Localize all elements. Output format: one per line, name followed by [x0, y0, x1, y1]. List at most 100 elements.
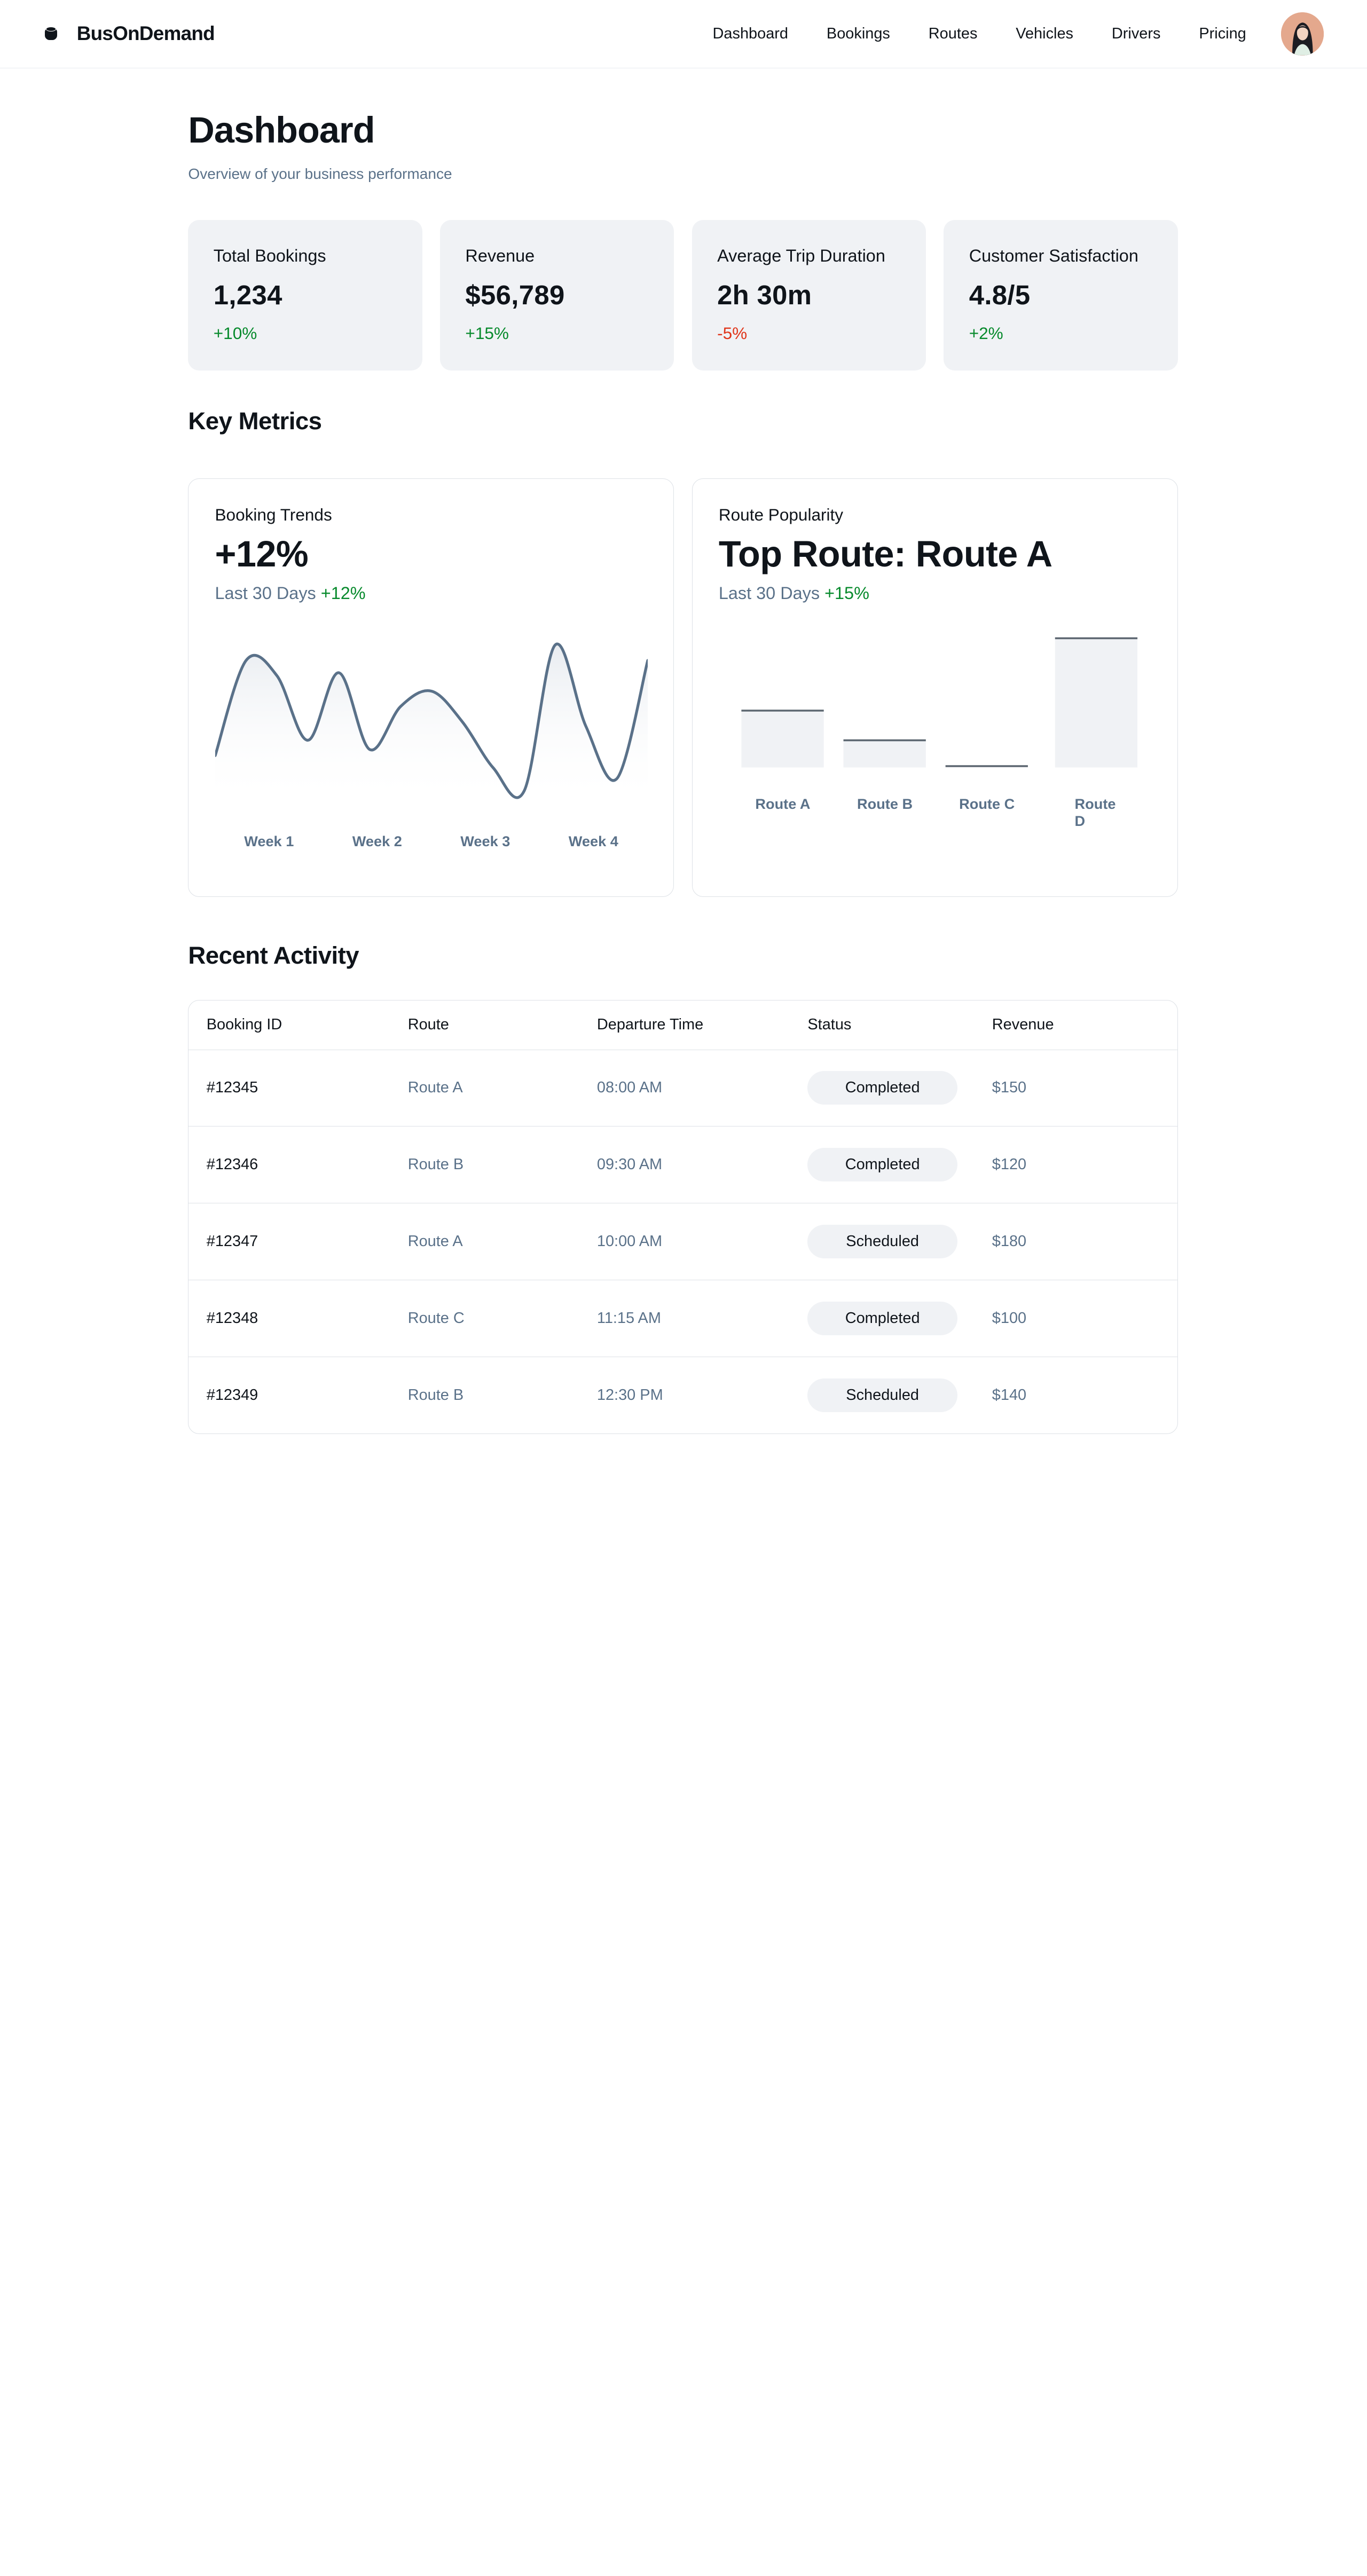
- page-title: Dashboard: [188, 110, 375, 151]
- stat-label: Customer Satisfaction: [969, 246, 1138, 266]
- booking-id: #12345: [206, 1079, 258, 1097]
- booking-id: #12347: [206, 1232, 258, 1250]
- nav-item-vehicles[interactable]: Vehicles: [1016, 25, 1073, 43]
- page: BusOnDemand Dashboard Bookings Routes Ve…: [0, 0, 1367, 1469]
- stat-label: Revenue: [465, 246, 535, 266]
- x-tick-label: Week 2: [352, 832, 402, 849]
- nav-item-dashboard[interactable]: Dashboard: [713, 25, 789, 43]
- departure-time: 12:30 PM: [596, 1386, 663, 1404]
- status-cell: Completed: [807, 1071, 992, 1105]
- route: Route A: [407, 1232, 463, 1250]
- revenue: $140: [992, 1386, 1027, 1404]
- brand-name: BusOnDemand: [76, 22, 215, 45]
- stat-card-revenue: Revenue $56,789 +15%: [440, 220, 674, 371]
- card-label: Booking Trends: [215, 505, 332, 525]
- card-label: Route Popularity: [718, 505, 844, 525]
- nav-item-drivers[interactable]: Drivers: [1112, 25, 1161, 43]
- x-tick-label: Route D: [1074, 795, 1116, 829]
- status-badge: Scheduled: [807, 1224, 957, 1258]
- stat-value: 4.8/5: [969, 279, 1031, 310]
- booking-id: #12346: [206, 1156, 258, 1173]
- x-tick-label: Week 1: [244, 832, 294, 849]
- recent-activity-table: Booking ID Route Departure Time Status R…: [188, 999, 1178, 1435]
- nav-item-bookings[interactable]: Bookings: [827, 25, 890, 43]
- x-axis-labels: Route A Route B Route C Route D: [732, 795, 1140, 829]
- bar-route-b: [843, 740, 926, 768]
- bus-logo-icon: [45, 27, 57, 41]
- table-row[interactable]: #12345 Route A 08:00 AM Completed $150: [188, 1050, 1177, 1127]
- revenue: $120: [992, 1156, 1027, 1173]
- table-row[interactable]: #12348 Route C 11:15 AM Completed $100: [188, 1280, 1177, 1357]
- revenue: $100: [992, 1309, 1027, 1327]
- departure-time: 08:00 AM: [596, 1079, 663, 1097]
- revenue: $180: [992, 1232, 1027, 1250]
- booking-id: #12349: [206, 1386, 258, 1404]
- column-header-revenue: Revenue: [992, 1016, 1054, 1034]
- card-value: Top Route: Route A: [718, 533, 1052, 574]
- booking-id: #12348: [206, 1309, 258, 1327]
- column-header-route: Route: [407, 1016, 449, 1034]
- route-popularity-card: Route Popularity Top Route: Route A Last…: [692, 478, 1178, 897]
- top-navbar: BusOnDemand Dashboard Bookings Routes Ve…: [0, 0, 1367, 68]
- page-subtitle: Overview of your business performance: [188, 166, 452, 183]
- booking-trends-line-chart: [215, 642, 648, 805]
- table-row[interactable]: #12347 Route A 10:00 AM Scheduled $180: [188, 1203, 1177, 1280]
- x-tick-label: Week 4: [568, 832, 618, 849]
- table-row[interactable]: #12346 Route B 09:30 AM Completed $120: [188, 1126, 1177, 1204]
- stat-change: +10%: [213, 324, 257, 343]
- stat-card-customer-satisfaction: Customer Satisfaction 4.8/5 +2%: [944, 220, 1178, 371]
- stat-value: 2h 30m: [717, 279, 812, 310]
- status-cell: Completed: [807, 1301, 992, 1335]
- status-cell: Completed: [807, 1148, 992, 1182]
- table-row[interactable]: #12349 Route B 12:30 PM Scheduled $140: [188, 1357, 1177, 1434]
- booking-trends-card: Booking Trends +12% Last 30 Days +12% We…: [188, 478, 674, 897]
- brand[interactable]: BusOnDemand: [45, 22, 215, 45]
- avatar[interactable]: [1280, 12, 1324, 56]
- departure-time: 10:00 AM: [596, 1232, 663, 1250]
- revenue: $150: [992, 1079, 1027, 1097]
- x-tick-label: Week 3: [460, 832, 510, 849]
- x-tick-label: Route A: [755, 795, 811, 812]
- table-header: Booking ID Route Departure Time Status R…: [188, 1001, 1177, 1050]
- card-period: Last 30 Days +15%: [719, 584, 1151, 603]
- status-badge: Completed: [807, 1071, 957, 1105]
- departure-time: 11:15 AM: [596, 1309, 661, 1327]
- status-badge: Completed: [807, 1301, 957, 1335]
- period-label: Last 30 Days: [718, 583, 820, 603]
- status-badge: Scheduled: [807, 1378, 957, 1413]
- route: Route B: [407, 1386, 464, 1404]
- period-label: Last 30 Days: [215, 583, 316, 603]
- status-cell: Scheduled: [807, 1378, 992, 1413]
- stats-row: Total Bookings 1,234 +10% Revenue $56,78…: [188, 220, 1178, 371]
- stat-label: Total Bookings: [213, 246, 326, 266]
- departure-time: 09:30 AM: [596, 1156, 663, 1173]
- period-change: +15%: [824, 583, 869, 603]
- stat-label: Average Trip Duration: [717, 246, 885, 266]
- route: Route A: [407, 1079, 463, 1097]
- column-header-departure-time: Departure Time: [596, 1016, 704, 1034]
- section-title-key-metrics: Key Metrics: [188, 407, 322, 435]
- nav-item-routes[interactable]: Routes: [929, 25, 978, 43]
- route: Route C: [407, 1309, 465, 1327]
- stat-card-average-trip-duration: Average Trip Duration 2h 30m -5%: [692, 220, 926, 371]
- metrics-cards: Booking Trends +12% Last 30 Days +12% We…: [188, 478, 1178, 897]
- card-value: +12%: [215, 533, 309, 574]
- stat-value: $56,789: [465, 279, 565, 310]
- nav-item-pricing[interactable]: Pricing: [1199, 25, 1246, 43]
- route-popularity-bar-chart: [741, 637, 1138, 768]
- stat-card-total-bookings: Total Bookings 1,234 +10%: [188, 220, 422, 371]
- stat-change: +15%: [465, 324, 509, 343]
- route: Route B: [407, 1156, 464, 1173]
- x-tick-label: Route C: [959, 795, 1015, 812]
- column-header-booking-id: Booking ID: [206, 1016, 282, 1034]
- stat-change: +2%: [969, 324, 1003, 343]
- x-axis-labels: Week 1 Week 2 Week 3 Week 4: [215, 833, 648, 852]
- stat-change: -5%: [717, 324, 748, 343]
- bar-route-a: [741, 710, 824, 768]
- trend-area: [215, 643, 648, 805]
- column-header-status: Status: [807, 1016, 852, 1034]
- stat-value: 1,234: [213, 279, 282, 310]
- x-tick-label: Route B: [857, 795, 913, 812]
- period-change: +12%: [320, 583, 366, 603]
- section-title-recent-activity: Recent Activity: [188, 941, 359, 969]
